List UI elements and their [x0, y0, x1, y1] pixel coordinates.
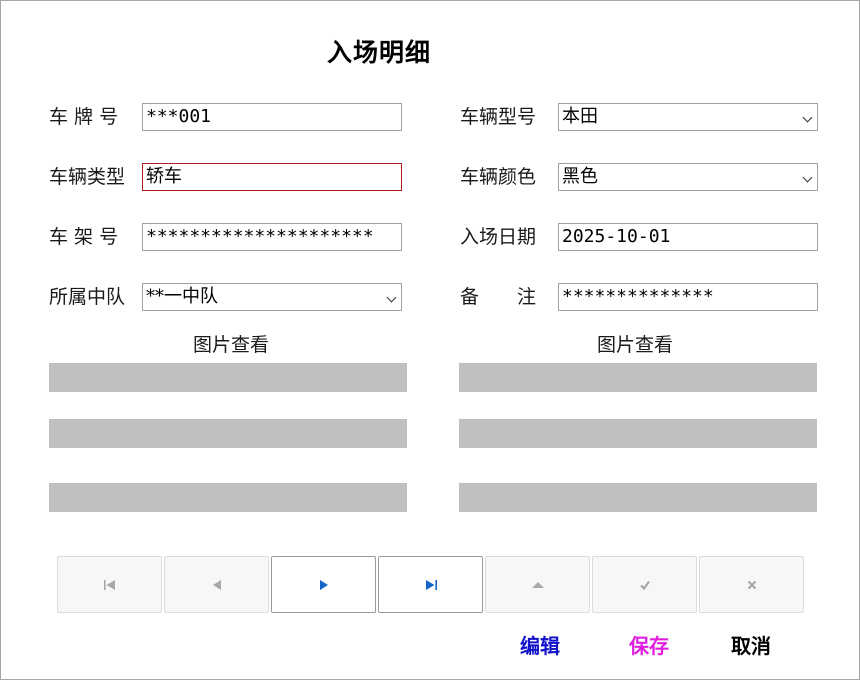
chevron-down-icon[interactable] — [802, 112, 813, 123]
last-record-icon — [425, 579, 437, 590]
prev-record-icon — [212, 579, 221, 590]
prev-record-button[interactable] — [164, 556, 269, 613]
vehicle-model-select-value: 本田 — [562, 106, 598, 127]
post-check-icon — [639, 580, 650, 590]
first-record-icon — [103, 579, 115, 590]
squadron-select[interactable]: **一中队 — [142, 283, 402, 311]
entry-date-field[interactable]: 2025-10-01 — [558, 223, 818, 251]
chevron-down-icon[interactable] — [802, 172, 813, 183]
vehicle-color-label: 车辆颜色 — [460, 166, 537, 188]
last-record-button[interactable] — [378, 556, 483, 613]
right-photo-slot[interactable] — [459, 419, 817, 448]
cancel-x-icon — [747, 580, 756, 589]
squadron-select-value: **一中队 — [146, 286, 218, 307]
cancel-record-button[interactable] — [699, 556, 804, 613]
left-photo-slot[interactable] — [49, 363, 407, 392]
detail-window: 入场明细 车 牌 号 ***001 车辆类型 轿车 车 架 号 ********… — [0, 0, 860, 680]
next-record-icon — [319, 579, 328, 590]
remarks-label: 备 注 — [460, 286, 537, 308]
right-photo-slot[interactable] — [459, 363, 817, 392]
right-photo-heading: 图片查看 — [597, 334, 674, 356]
remarks-field[interactable]: ************** — [558, 283, 818, 311]
vehicle-model-select[interactable]: 本田 — [558, 103, 818, 131]
plate-number-field[interactable]: ***001 — [142, 103, 402, 131]
frame-number-field[interactable]: ********************* — [142, 223, 402, 251]
right-photo-slot[interactable] — [459, 483, 817, 512]
left-photo-heading: 图片查看 — [193, 334, 270, 356]
cancel-button[interactable]: 取消 — [731, 630, 771, 659]
squadron-label: 所属中队 — [49, 286, 126, 308]
edit-record-button[interactable] — [485, 556, 590, 613]
entry-date-label: 入场日期 — [460, 226, 537, 248]
plate-number-label: 车 牌 号 — [49, 106, 119, 128]
save-button[interactable]: 保存 — [629, 630, 669, 659]
page-title: 入场明细 — [327, 38, 432, 67]
post-record-button[interactable] — [592, 556, 697, 613]
vehicle-model-label: 车辆型号 — [460, 106, 537, 128]
edit-triangle-icon — [531, 581, 544, 588]
first-record-button[interactable] — [57, 556, 162, 613]
vehicle-color-select[interactable]: 黑色 — [558, 163, 818, 191]
next-record-button[interactable] — [271, 556, 376, 613]
vehicle-type-field[interactable]: 轿车 — [142, 163, 402, 191]
left-photo-slot[interactable] — [49, 483, 407, 512]
left-photo-slot[interactable] — [49, 419, 407, 448]
vehicle-type-label: 车辆类型 — [49, 166, 126, 188]
frame-number-label: 车 架 号 — [49, 226, 119, 248]
edit-button[interactable]: 编辑 — [520, 630, 560, 659]
vehicle-color-select-value: 黑色 — [562, 166, 598, 187]
chevron-down-icon[interactable] — [386, 292, 397, 303]
